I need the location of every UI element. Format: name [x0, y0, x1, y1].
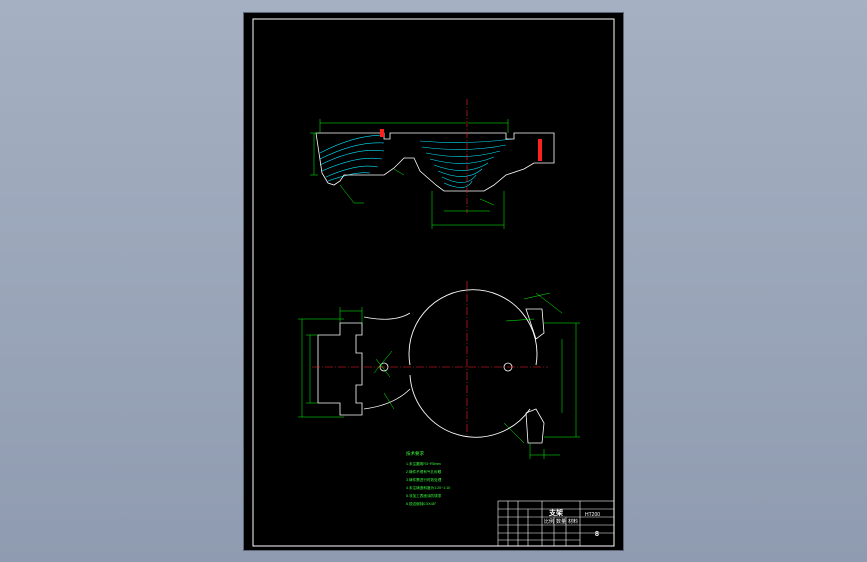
red-mark-right [538, 139, 542, 161]
tech-note-5: 5.非加工表面涂防锈漆 [406, 493, 442, 498]
section-view [310, 99, 555, 229]
titleblock-material: HT200 [585, 512, 600, 518]
plan-dimensions [298, 292, 580, 459]
section-outline [315, 132, 555, 192]
drawing-sheet: 技术要求 1.未注圆角R3~R5mm 2.铸件不得有气孔砂眼 3.铸件需进行时效… [244, 13, 623, 550]
tech-note-3: 3.铸件需进行时效处理 [406, 477, 442, 482]
titleblock-scale: 比例 [544, 518, 554, 525]
tech-notes-title: 技术要求 [406, 450, 424, 457]
section-dimensions [310, 119, 509, 229]
plan-view [298, 281, 580, 459]
inner-border [252, 18, 615, 547]
lug-top-right [525, 308, 545, 340]
lug-bottom-right [525, 408, 545, 444]
drawing-title: 支架 [548, 508, 563, 517]
left-flange [317, 322, 363, 416]
tech-note-4: 4.未注铸造斜度为1:20~1:10 [406, 485, 450, 490]
titleblock-qty: 数量 [556, 518, 566, 525]
tech-notes: 技术要求 1.未注圆角R3~R5mm 2.铸件不得有气孔砂眼 3.铸件需进行时效… [406, 450, 450, 506]
section-hatch [319, 134, 513, 188]
tech-note-1: 1.未注圆角R3~R5mm [406, 461, 441, 466]
plan-circle-top [408, 289, 538, 366]
tech-note-6: 6.锐边倒钝0.5X45° [406, 501, 437, 506]
tech-note-2: 2.铸件不得有气孔砂眼 [406, 469, 442, 474]
plan-circle-bottom [409, 374, 531, 438]
red-mark-left [380, 129, 384, 137]
titleblock-material-label: 材料 [568, 518, 578, 525]
sheet-number: 8 [595, 531, 599, 538]
neck-upper [363, 312, 411, 320]
cad-drawing: 技术要求 1.未注圆角R3~R5mm 2.铸件不得有气孔砂眼 3.铸件需进行时效… [252, 18, 615, 547]
neck-lower [363, 388, 411, 410]
